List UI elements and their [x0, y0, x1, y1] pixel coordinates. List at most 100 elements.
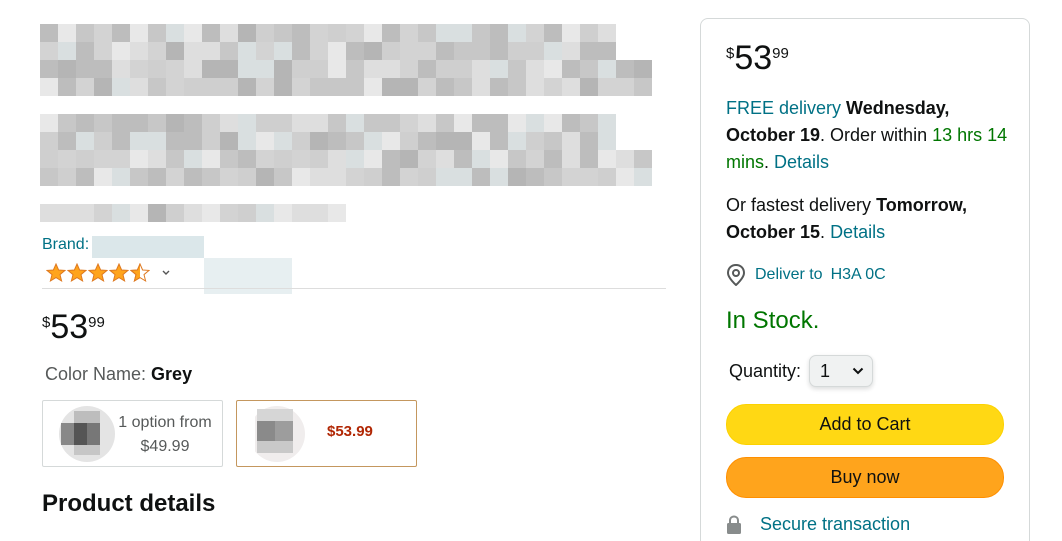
redacted-text-block: [256, 132, 274, 150]
redacted-text-block: [418, 78, 436, 96]
redacted-text-block: [94, 114, 112, 132]
chevron-down-icon[interactable]: [160, 267, 172, 279]
redacted-text-block: [238, 204, 256, 222]
redacted-text-block: [184, 24, 202, 42]
buy-now-button[interactable]: Buy now: [726, 457, 1004, 498]
redacted-text-block: [292, 204, 310, 222]
redacted-text-block: [544, 78, 562, 96]
brand-link[interactable]: Brand:: [42, 236, 89, 254]
redacted-text-block: [526, 168, 544, 186]
redacted-text-block: [148, 24, 166, 42]
redacted-text-block: [562, 168, 580, 186]
rating-row[interactable]: [46, 260, 172, 286]
secure-transaction-label: Secure transaction: [760, 514, 911, 534]
redacted-text-block: [598, 24, 616, 42]
redacted-text-block: [544, 42, 562, 60]
redacted-text-block: [112, 132, 130, 150]
color-name-label: Color Name: Grey: [45, 364, 192, 385]
redacted-text-block: [256, 168, 274, 186]
redacted-text-block: [634, 78, 652, 96]
redacted-text-block: [238, 168, 256, 186]
redacted-text-block: [346, 60, 364, 78]
free-delivery-message: FREE delivery Wednesday, October 19. Ord…: [726, 98, 1008, 172]
redacted-text-block: [580, 114, 598, 132]
redacted-text-block: [112, 168, 130, 186]
redacted-text-block: [400, 168, 418, 186]
redacted-text-block: [418, 24, 436, 42]
redacted-text-block: [328, 150, 346, 168]
redacted-text-block: [130, 60, 148, 78]
redacted-text-block: [238, 42, 256, 60]
redacted-text-block: [436, 60, 454, 78]
redacted-text-block: [58, 78, 76, 96]
add-to-cart-button[interactable]: Add to Cart: [726, 404, 1004, 445]
redacted-text-block: [40, 204, 58, 222]
free-delivery-link[interactable]: FREE delivery: [726, 98, 841, 118]
color-option-1[interactable]: 1 option from $49.99: [42, 400, 223, 467]
redacted-text-block: [508, 42, 526, 60]
redacted-text-block: [400, 60, 418, 78]
redacted-text-block: [382, 132, 400, 150]
redacted-text-block: [328, 60, 346, 78]
redacted-text-block: [130, 150, 148, 168]
details-link[interactable]: Details: [830, 222, 885, 242]
quantity-select[interactable]: 1: [809, 355, 874, 387]
redacted-text-block: [490, 42, 508, 60]
secure-transaction-link[interactable]: Secure transaction: [726, 514, 910, 535]
redacted-text-block: [418, 132, 436, 150]
redacted-text-block: [418, 114, 436, 132]
redacted-text-block: [166, 150, 184, 168]
redacted-text-block: [58, 204, 76, 222]
deliver-to-link[interactable]: Deliver to H3A 0C: [726, 264, 886, 286]
redacted-text-block: [328, 114, 346, 132]
redacted-text-block: [220, 42, 238, 60]
redacted-text-block: [472, 60, 490, 78]
redacted-text-block: [112, 78, 130, 96]
redacted-text-block: [490, 150, 508, 168]
redacted-text-block: [130, 42, 148, 60]
redacted-text-block: [544, 60, 562, 78]
details-link[interactable]: Details: [774, 152, 829, 172]
redacted-text-block: [346, 42, 364, 60]
redacted-text-block: [76, 114, 94, 132]
redacted-text-block: [292, 42, 310, 60]
redacted-text-block: [382, 150, 400, 168]
redacted-text-block: [274, 168, 292, 186]
redacted-text-block: [580, 78, 598, 96]
redacted-text-block: [490, 168, 508, 186]
redacted-text-block: [580, 150, 598, 168]
redacted-text-block: [40, 132, 58, 150]
redacted-text-block: [238, 114, 256, 132]
redacted-text-block: [526, 132, 544, 150]
redacted-text-block: [616, 60, 634, 78]
half-star-icon: [130, 263, 150, 283]
redacted-text-block: [112, 24, 130, 42]
redacted-text-block: [328, 204, 346, 222]
redacted-text-block: [76, 132, 94, 150]
redacted-text-block: [598, 168, 616, 186]
redacted-text-block: [400, 150, 418, 168]
redacted-text-block: [310, 204, 328, 222]
redacted-text-block: [562, 114, 580, 132]
price-currency: $: [42, 314, 51, 331]
redacted-text-block: [76, 42, 94, 60]
redacted-text-block: [166, 168, 184, 186]
redacted-text-block: [166, 24, 184, 42]
redacted-text-block: [130, 132, 148, 150]
redacted-text-block: [184, 114, 202, 132]
redacted-text-block: [292, 132, 310, 150]
redacted-text-block: [454, 168, 472, 186]
location-pin-icon: [726, 264, 746, 286]
redacted-text-block: [220, 78, 238, 96]
redacted-text-block: [328, 42, 346, 60]
redacted-text-block: [274, 114, 292, 132]
redacted-text-block: [508, 60, 526, 78]
redacted-text-block: [616, 78, 634, 96]
redacted-text-block: [148, 114, 166, 132]
price-whole: 53: [734, 39, 773, 77]
star-rating[interactable]: [46, 263, 150, 283]
chevron-down-icon: [852, 367, 864, 375]
redacted-text-block: [256, 114, 274, 132]
redacted-text-block: [274, 78, 292, 96]
color-option-2-selected[interactable]: $53.99: [236, 400, 417, 467]
